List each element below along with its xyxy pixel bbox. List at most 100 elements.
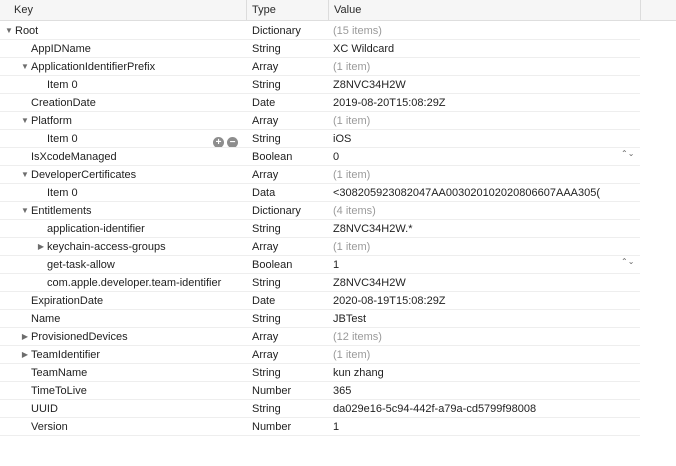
row-type-cell[interactable]: String [252, 400, 328, 417]
key-column-header[interactable]: Key [8, 0, 246, 20]
plist-row[interactable]: ▼ Root Dictionary (15 items) [0, 22, 640, 40]
plist-row[interactable]: com.apple.developer.team-identifier Strin… [0, 274, 640, 292]
plist-row[interactable]: AppIDName String XC Wildcard [0, 40, 640, 58]
disclosure-collapsed-icon[interactable]: ▶ [20, 346, 30, 363]
row-type-cell[interactable]: Array [252, 346, 328, 363]
row-key-label[interactable]: Item 0 [47, 130, 78, 147]
value-column-header[interactable]: Value [328, 0, 640, 20]
remove-item-icon[interactable]: − [227, 137, 238, 147]
plist-row[interactable]: ▼ Platform Array (1 item) [0, 112, 640, 130]
row-key-label[interactable]: Root [15, 22, 38, 39]
row-value-cell[interactable]: (1 item) [333, 112, 640, 129]
row-key-label[interactable]: get-task-allow [47, 256, 115, 273]
plist-row[interactable]: ▶ keychain-access-groups Array (1 item) [0, 238, 640, 256]
plist-row[interactable]: application-identifier String Z8NVC34H2W.* [0, 220, 640, 238]
row-value-cell[interactable]: <308205923082047AA003020102020806607AAA3… [333, 184, 640, 201]
disclosure-collapsed-icon[interactable]: ▶ [36, 238, 46, 255]
row-value-cell[interactable]: 1 [333, 418, 640, 435]
add-item-icon[interactable]: + [213, 137, 224, 147]
row-key-label[interactable]: ApplicationIdentifierPrefix [31, 58, 155, 75]
plist-row[interactable]: ▼ Entitlements Dictionary (4 items) [0, 202, 640, 220]
plist-row[interactable]: IsXcodeManaged Boolean 0 ⌃⌄ [0, 148, 640, 166]
row-value-cell[interactable]: (15 items) [333, 22, 640, 39]
row-key-label[interactable]: AppIDName [31, 40, 91, 57]
plist-row[interactable]: Item 0 + − String iOS [0, 130, 640, 148]
plist-row[interactable]: Item 0 String Z8NVC34H2W [0, 76, 640, 94]
row-value-cell[interactable]: (1 item) [333, 58, 640, 75]
row-key-label[interactable]: Version [31, 418, 68, 435]
row-key-label[interactable]: ExpirationDate [31, 292, 103, 309]
row-value-cell[interactable]: 0 [333, 148, 640, 165]
row-key-label[interactable]: keychain-access-groups [47, 238, 166, 255]
row-value-cell[interactable]: da029e16-5c94-442f-a79a-cd5799f98008 [333, 400, 640, 417]
row-key-label[interactable]: Item 0 [47, 76, 78, 93]
row-key-label[interactable]: Name [31, 310, 60, 327]
row-key-label[interactable]: Item 0 [47, 184, 78, 201]
plist-row[interactable]: Version Number 1 [0, 418, 640, 436]
plist-row[interactable]: TimeToLive Number 365 [0, 382, 640, 400]
row-value-cell[interactable]: kun zhang [333, 364, 640, 381]
row-type-cell[interactable]: Boolean [252, 148, 328, 165]
row-value-cell[interactable]: 2019-08-20T15:08:29Z [333, 94, 640, 111]
row-key-label[interactable]: Platform [31, 112, 72, 129]
row-value-cell[interactable]: XC Wildcard [333, 40, 640, 57]
row-key-label[interactable]: UUID [31, 400, 58, 417]
row-value-cell[interactable]: 365 [333, 382, 640, 399]
row-value-cell[interactable]: Z8NVC34H2W [333, 76, 640, 93]
disclosure-expanded-icon[interactable]: ▼ [20, 166, 30, 183]
row-type-cell[interactable]: Number [252, 418, 328, 435]
row-type-cell[interactable]: String [252, 274, 328, 291]
plist-row[interactable]: ▶ TeamIdentifier Array (1 item) [0, 346, 640, 364]
plist-row[interactable]: CreationDate Date 2019-08-20T15:08:29Z [0, 94, 640, 112]
row-key-label[interactable]: ProvisionedDevices [31, 328, 128, 345]
row-value-cell[interactable]: 1 [333, 256, 640, 273]
row-type-cell[interactable]: Array [252, 58, 328, 75]
row-type-cell[interactable]: Data [252, 184, 328, 201]
plist-row[interactable]: UUID String da029e16-5c94-442f-a79a-cd5799… [0, 400, 640, 418]
disclosure-expanded-icon[interactable]: ▼ [20, 202, 30, 219]
plist-row[interactable]: ExpirationDate Date 2020-08-19T15:08:29Z [0, 292, 640, 310]
row-type-cell[interactable]: String [252, 364, 328, 381]
row-type-cell[interactable]: Boolean [252, 256, 328, 273]
plist-row[interactable]: Name String JBTest [0, 310, 640, 328]
row-type-cell[interactable]: String [252, 76, 328, 93]
row-key-label[interactable]: Entitlements [31, 202, 92, 219]
plist-row[interactable]: Item 0 Data <308205923082047AA003020102020… [0, 184, 640, 202]
row-type-cell[interactable]: Date [252, 292, 328, 309]
row-type-cell[interactable]: Array [252, 328, 328, 345]
row-value-cell[interactable]: Z8NVC34H2W.* [333, 220, 640, 237]
row-key-label[interactable]: com.apple.developer.team-identifier [47, 274, 221, 291]
row-type-cell[interactable]: Array [252, 166, 328, 183]
plist-row[interactable]: ▼ DeveloperCertificates Array (1 item) [0, 166, 640, 184]
plist-row[interactable]: TeamName String kun zhang [0, 364, 640, 382]
row-value-cell[interactable]: 2020-08-19T15:08:29Z [333, 292, 640, 309]
row-type-cell[interactable]: String [252, 220, 328, 237]
row-type-cell[interactable]: Date [252, 94, 328, 111]
boolean-stepper-icon[interactable]: ⌃⌄ [621, 150, 634, 163]
row-type-cell[interactable]: String [252, 310, 328, 327]
row-key-label[interactable]: TeamName [31, 364, 87, 381]
disclosure-collapsed-icon[interactable]: ▶ [20, 328, 30, 345]
row-value-cell[interactable]: iOS [333, 130, 640, 147]
row-type-cell[interactable]: Number [252, 382, 328, 399]
row-value-cell[interactable]: JBTest [333, 310, 640, 327]
row-key-label[interactable]: application-identifier [47, 220, 145, 237]
row-key-label[interactable]: DeveloperCertificates [31, 166, 136, 183]
row-type-cell[interactable]: Dictionary [252, 202, 328, 219]
row-key-label[interactable]: IsXcodeManaged [31, 148, 117, 165]
plist-row[interactable]: get-task-allow Boolean 1 ⌃⌄ [0, 256, 640, 274]
row-value-cell[interactable]: (1 item) [333, 346, 640, 363]
row-type-cell[interactable]: String [252, 130, 328, 147]
row-value-cell[interactable]: Z8NVC34H2W [333, 274, 640, 291]
boolean-stepper-icon[interactable]: ⌃⌄ [621, 258, 634, 271]
type-column-header[interactable]: Type [246, 0, 328, 20]
row-key-label[interactable]: TimeToLive [31, 382, 87, 399]
disclosure-expanded-icon[interactable]: ▼ [20, 58, 30, 75]
row-type-cell[interactable]: Array [252, 112, 328, 129]
disclosure-expanded-icon[interactable]: ▼ [4, 22, 14, 39]
row-value-cell[interactable]: (1 item) [333, 166, 640, 183]
disclosure-expanded-icon[interactable]: ▼ [20, 112, 30, 129]
row-key-label[interactable]: CreationDate [31, 94, 96, 111]
row-value-cell[interactable]: (12 items) [333, 328, 640, 345]
row-value-cell[interactable]: (4 items) [333, 202, 640, 219]
